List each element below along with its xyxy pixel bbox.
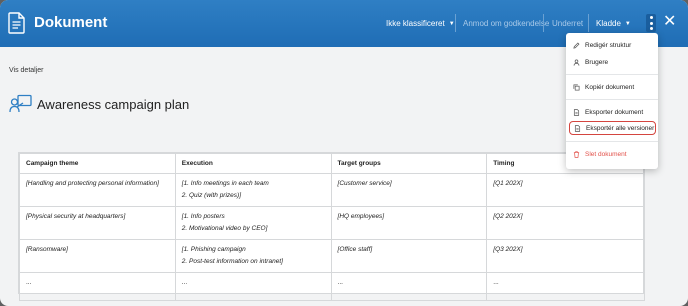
menu-divider bbox=[566, 74, 658, 75]
document-icon bbox=[574, 124, 581, 132]
menu-item-export-all-versions[interactable]: Eksportér alle versioner bbox=[569, 121, 656, 135]
copy-icon bbox=[573, 84, 580, 90]
menu-item-export-document[interactable]: Eksporter dokument bbox=[566, 105, 658, 119]
document-icon bbox=[8, 12, 25, 34]
table-cell[interactable]: [HQ employees] bbox=[330, 206, 488, 240]
table-row: [Ransomware] [1. Phishing campaign 2. Pos… bbox=[19, 239, 645, 273]
details-link[interactable]: Vis detaljer bbox=[9, 67, 44, 74]
page-title-header: Dokument bbox=[34, 14, 108, 31]
menu-item-copy-document[interactable]: Kopiér dokument bbox=[566, 80, 658, 94]
table-cell[interactable]: ... bbox=[174, 272, 332, 301]
classification-dropdown[interactable]: Ikke klassificeret ▼ bbox=[386, 19, 455, 28]
document-window: Dokument Ikke klassificeret ▼ Anmod om go… bbox=[0, 0, 688, 306]
menu-divider bbox=[566, 99, 658, 100]
menu-item-label: Slet dokument bbox=[585, 150, 627, 158]
table-cell[interactable]: [Physical security at headquarters] bbox=[19, 206, 176, 240]
table-cell[interactable]: ... bbox=[19, 272, 176, 301]
status-label: Kladde bbox=[596, 19, 621, 28]
table-header-row: Campaign theme Execution Target groups T… bbox=[19, 153, 645, 174]
status-dropdown[interactable]: Kladde ▼ bbox=[596, 19, 631, 28]
trash-icon bbox=[573, 150, 580, 158]
more-options-icon[interactable] bbox=[646, 14, 656, 32]
menu-item-delete-document[interactable]: Slet dokument bbox=[566, 147, 658, 161]
menu-item-label: Redigér struktur bbox=[585, 41, 632, 49]
campaign-table: Campaign theme Execution Target groups T… bbox=[18, 152, 645, 301]
header-divider bbox=[455, 14, 456, 32]
chevron-down-icon: ▼ bbox=[624, 21, 631, 27]
table-cell[interactable]: [1. Info posters 2. Motivational video by… bbox=[174, 206, 332, 240]
menu-item-label: Eksporter dokument bbox=[585, 108, 644, 116]
menu-divider bbox=[566, 141, 658, 142]
menu-item-users[interactable]: Brugere bbox=[566, 55, 658, 69]
menu-item-label: Eksportér alle versioner bbox=[586, 124, 655, 132]
table-cell[interactable]: [Office staff] bbox=[330, 239, 488, 273]
cell-line: 2. Post-test information on intranet] bbox=[181, 258, 283, 265]
cell-line: 2. Motivational video by CEO] bbox=[181, 225, 268, 232]
user-icon bbox=[573, 59, 580, 66]
presentation-icon bbox=[9, 94, 32, 113]
header-divider bbox=[543, 14, 544, 32]
request-approval-button[interactable]: Anmod om godkendelse bbox=[463, 19, 549, 28]
cell-line: 2. Quiz (with prizes)] bbox=[181, 192, 242, 199]
column-header: Campaign theme bbox=[19, 153, 176, 174]
column-header: Execution bbox=[174, 153, 332, 174]
column-header: Target groups bbox=[330, 153, 488, 174]
options-menu: Redigér struktur Brugere Kopiér dokument… bbox=[566, 33, 658, 169]
table-row: [Physical security at headquarters] [1. … bbox=[19, 206, 645, 240]
chevron-down-icon: ▼ bbox=[448, 21, 455, 27]
pencil-icon bbox=[573, 42, 580, 49]
cell-line: [1. Info posters bbox=[181, 213, 225, 220]
table-cell[interactable]: [Q3 202X] bbox=[486, 239, 645, 273]
menu-item-label: Brugere bbox=[585, 58, 609, 66]
table-cell[interactable]: [Customer service] bbox=[330, 173, 488, 207]
document-icon bbox=[573, 108, 580, 116]
cell-line: [1. Phishing campaign bbox=[181, 246, 246, 253]
table-cell[interactable]: ... bbox=[486, 272, 645, 301]
classification-label: Ikke klassificeret bbox=[386, 19, 445, 28]
table-cell[interactable]: [1. Phishing campaign 2. Post-test inform… bbox=[174, 239, 332, 273]
table-cell[interactable]: [Ransomware] bbox=[19, 239, 176, 273]
table-cell[interactable]: [Q1 202X] bbox=[486, 173, 645, 207]
table-cell[interactable]: [1. Info meetings in each team 2. Quiz (w… bbox=[174, 173, 332, 207]
table-row: ... ... ... ... bbox=[19, 272, 645, 301]
table-row: [Handling and protecting personal inform… bbox=[19, 173, 645, 207]
close-icon[interactable]: ✕ bbox=[663, 14, 676, 30]
table-cell[interactable]: ... bbox=[330, 272, 488, 301]
page-title: Awareness campaign plan bbox=[37, 97, 190, 112]
menu-item-label: Kopiér dokument bbox=[585, 83, 635, 91]
table-cell[interactable]: [Handling and protecting personal inform… bbox=[19, 173, 176, 207]
menu-item-edit-structure[interactable]: Redigér struktur bbox=[566, 38, 658, 52]
cell-line: [1. Info meetings in each team bbox=[181, 180, 269, 187]
table-cell[interactable]: [Q2 202X] bbox=[486, 206, 645, 240]
header-divider bbox=[588, 14, 589, 32]
notify-button[interactable]: Underret bbox=[552, 19, 583, 28]
